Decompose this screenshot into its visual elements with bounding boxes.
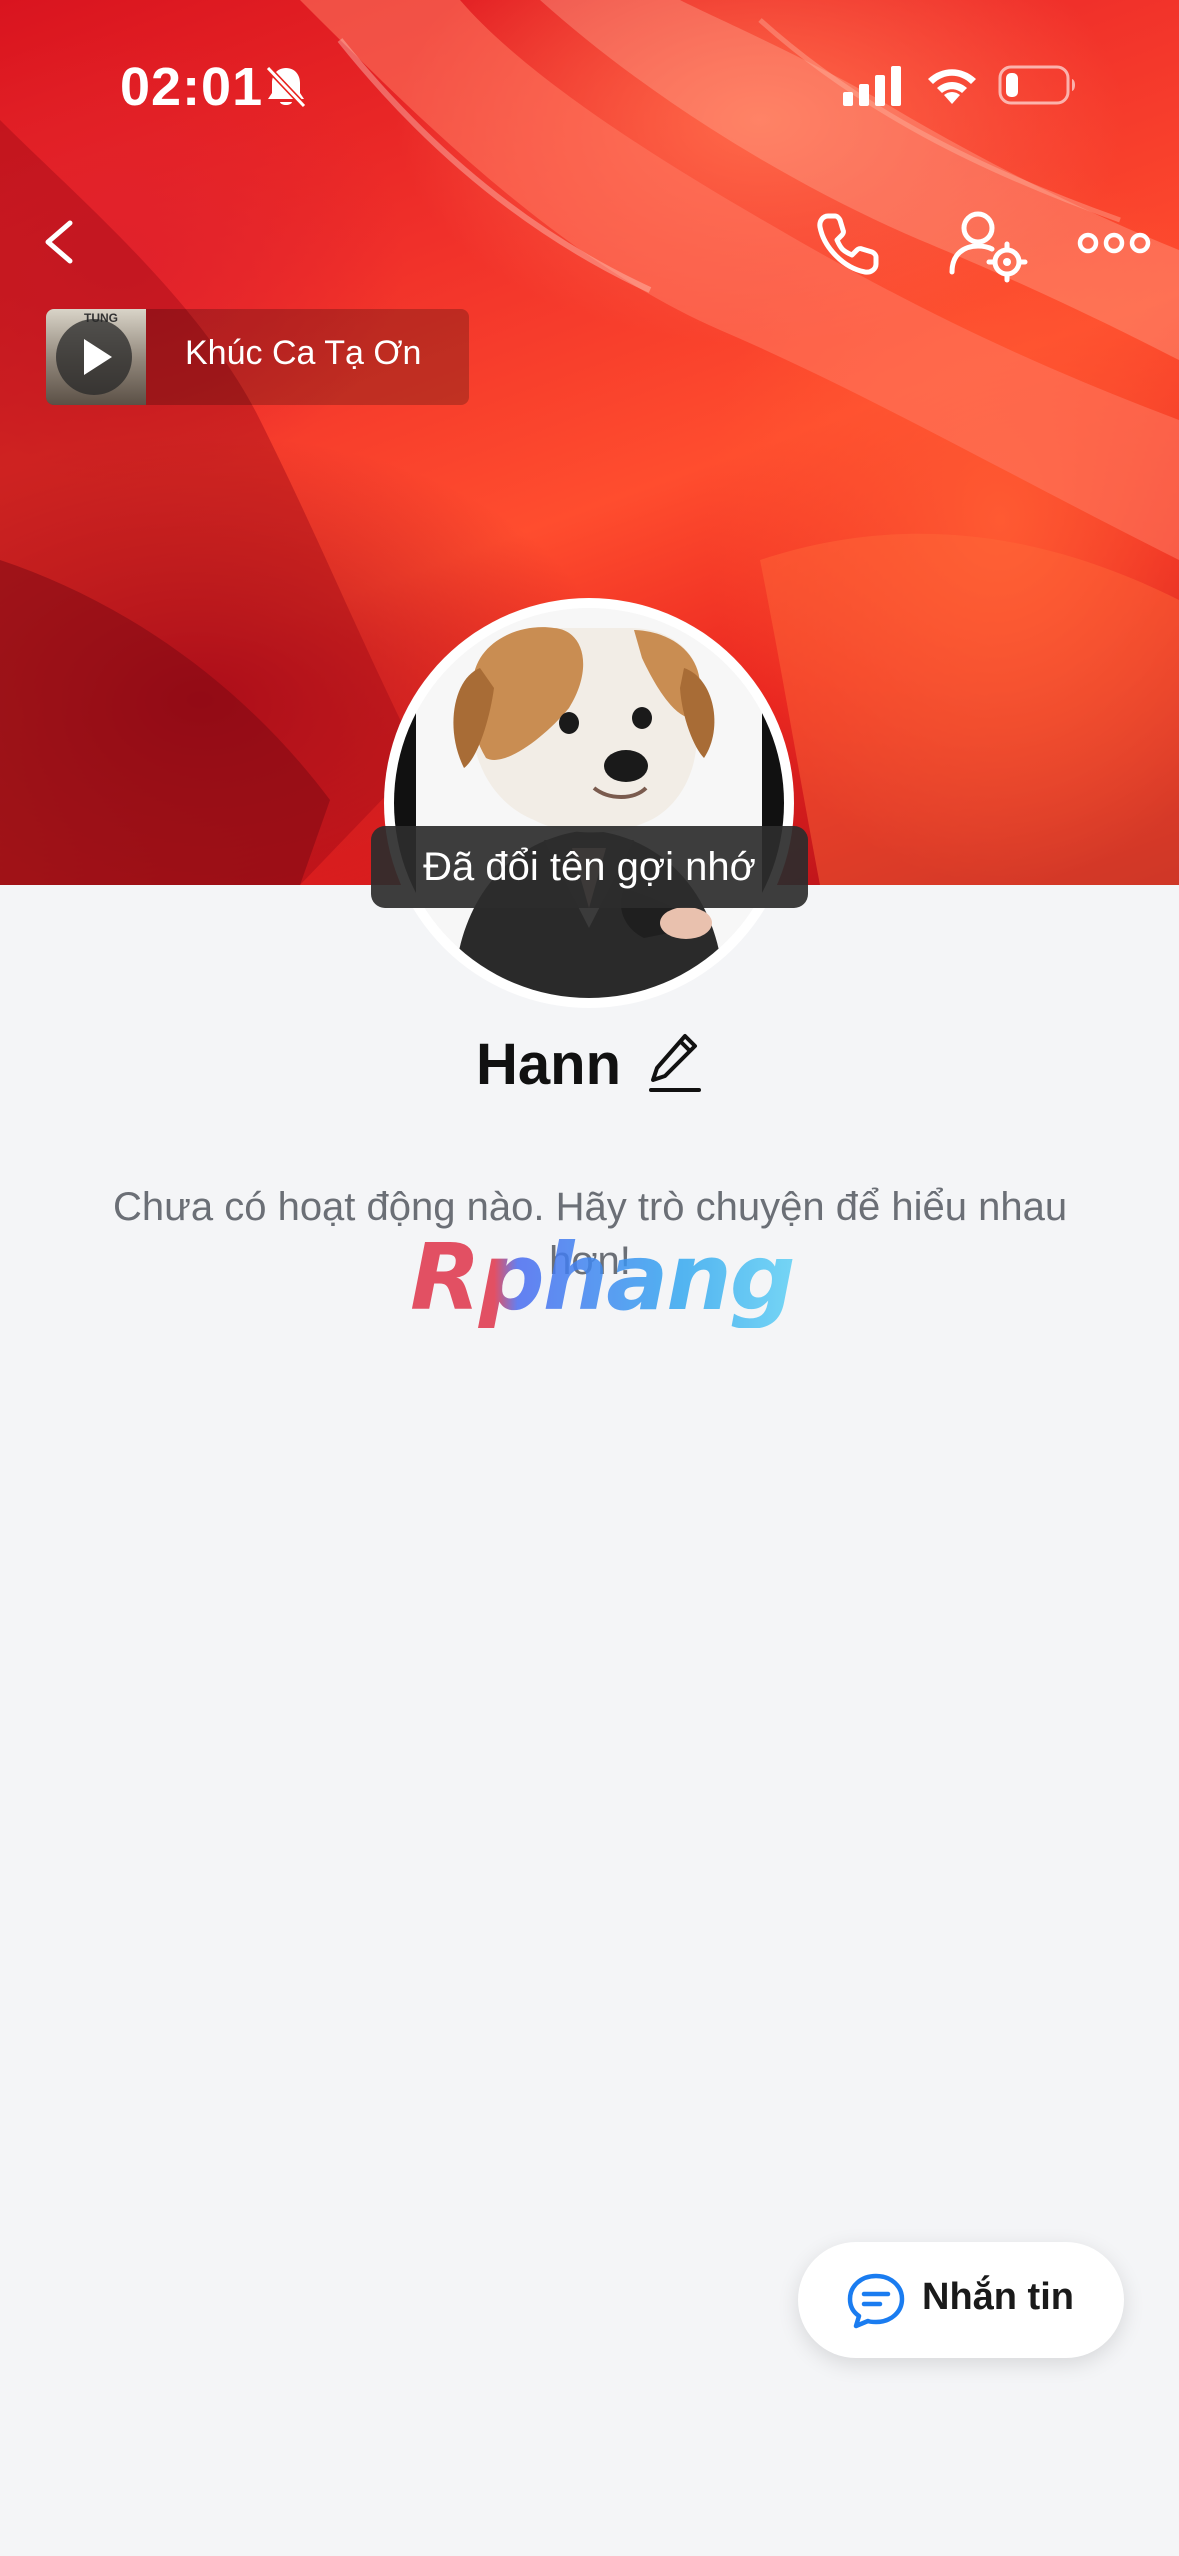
cellular-signal-icon (843, 66, 901, 106)
message-button[interactable]: Nhắn tin (798, 2242, 1124, 2358)
album-art: TUNG (46, 309, 146, 405)
user-settings-button[interactable] (946, 206, 1030, 286)
phone-icon (817, 213, 879, 275)
music-title: Khúc Ca Tạ Ơn (185, 334, 422, 372)
profile-name: Hann (476, 1032, 621, 1097)
play-icon (84, 339, 112, 375)
avatar[interactable] (394, 608, 784, 998)
chat-bubble-icon (847, 2273, 905, 2329)
message-button-label: Nhắn tin (922, 2276, 1074, 2318)
wifi-icon (928, 69, 976, 104)
toast-message: Đã đổi tên gợi nhớ (371, 826, 808, 908)
watermark-logo: Rphang (410, 1224, 796, 1331)
profile-name-row: Hann (0, 1030, 1179, 1110)
chevron-left-icon (45, 220, 73, 264)
bell-slash-icon (265, 65, 307, 109)
call-button[interactable] (810, 206, 886, 282)
status-time: 02:01 (120, 57, 264, 117)
battery-low-icon (998, 65, 1075, 105)
edit-nickname-button[interactable] (647, 1030, 703, 1099)
more-button[interactable] (1076, 224, 1152, 262)
play-button[interactable] (56, 319, 132, 395)
dog-in-suit-avatar-image (394, 608, 784, 998)
status-bar: 02:01 (0, 0, 1179, 170)
more-icon (1077, 232, 1151, 254)
pencil-icon (649, 1034, 701, 1092)
profile-music-chip[interactable]: TUNG Khúc Ca Tạ Ơn (46, 309, 469, 405)
user-settings-icon (949, 211, 1028, 283)
back-button[interactable] (30, 205, 94, 279)
